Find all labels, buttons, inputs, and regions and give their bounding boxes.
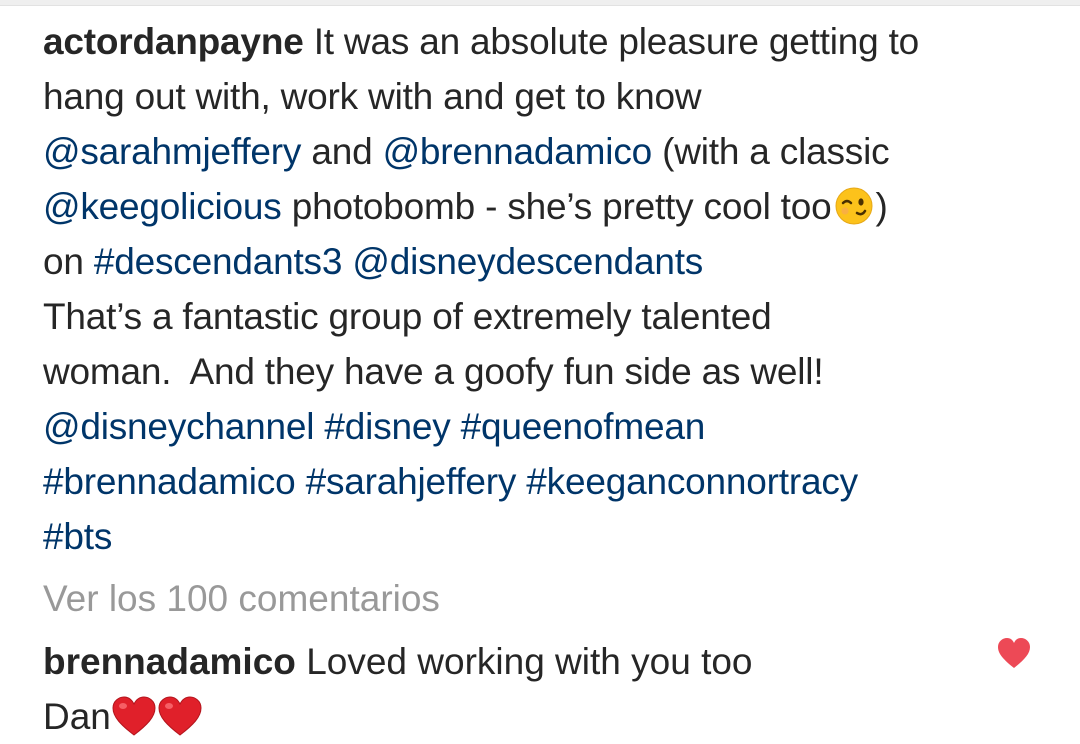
hashtag-link[interactable]: #disney xyxy=(324,406,450,447)
caption-line-10: #bts xyxy=(43,509,1043,564)
caption-text: hang out with, work with and get to know xyxy=(43,76,702,117)
caption-text: photobomb - she’s pretty cool too xyxy=(291,186,832,227)
red-heart-emoji xyxy=(112,696,156,736)
top-divider xyxy=(0,0,1080,6)
hashtag-link[interactable]: #bts xyxy=(43,516,112,557)
heart-icon[interactable] xyxy=(996,636,1032,670)
comment-text: Dan xyxy=(43,696,111,737)
caption-line-5: on #descendants3 @disneydescendants xyxy=(43,234,1043,289)
caption-line-7: woman. And they have a goofy fun side as… xyxy=(43,344,1043,399)
caption-line-3: @sarahmjeffery and @brennadamico (with a… xyxy=(43,124,1043,179)
caption-text: That’s a fantastic group of extremely ta… xyxy=(43,296,772,337)
comment-line-1: brennadamico Loved working with you too xyxy=(43,634,943,689)
winking-face-emoji xyxy=(835,187,873,225)
hashtag-link[interactable]: #descendants3 xyxy=(94,241,343,282)
caption-line-6: That’s a fantastic group of extremely ta… xyxy=(43,289,1043,344)
caption-username[interactable]: actordanpayne xyxy=(43,21,304,62)
hashtag-link[interactable]: #brennadamico xyxy=(43,461,296,502)
caption-text: woman. And they have a goofy fun side as… xyxy=(43,351,824,392)
comment-text: Loved working with you too xyxy=(306,641,753,682)
caption-text: ) xyxy=(875,186,888,227)
mention-link[interactable]: @keegolicious xyxy=(43,186,282,227)
hashtag-link[interactable]: #sarahjeffery xyxy=(306,461,517,502)
mention-link[interactable]: @disneychannel xyxy=(43,406,315,447)
mention-link[interactable]: @brennadamico xyxy=(383,131,653,172)
hashtag-link[interactable]: #keeganconnortracy xyxy=(526,461,858,502)
caption-line-9: #brennadamico #sarahjeffery #keeganconno… xyxy=(43,454,1043,509)
post-caption: actordanpayne It was an absolute pleasur… xyxy=(43,14,1043,564)
caption-text: and xyxy=(311,131,373,172)
hashtag-link[interactable]: #queenofmean xyxy=(461,406,706,447)
caption-line-8: @disneychannel #disney #queenofmean xyxy=(43,399,1043,454)
red-heart-emoji xyxy=(158,696,202,736)
caption-text: (with a classic xyxy=(662,131,890,172)
caption-text: It was an absolute pleasure getting to xyxy=(313,21,920,62)
caption-line-1: actordanpayne It was an absolute pleasur… xyxy=(43,14,1043,69)
caption-line-4: @keegolicious photobomb - she’s pretty c… xyxy=(43,179,1043,234)
comment-line-2: Dan xyxy=(43,689,943,744)
comment-username[interactable]: brennadamico xyxy=(43,641,296,682)
mention-link[interactable]: @disneydescendants xyxy=(352,241,703,282)
view-all-comments-link[interactable]: Ver los 100 comentarios xyxy=(43,575,440,623)
caption-text: on xyxy=(43,241,84,282)
comment-item: brennadamico Loved working with you too … xyxy=(43,634,943,744)
caption-line-2: hang out with, work with and get to know xyxy=(43,69,1043,124)
mention-link[interactable]: @sarahmjeffery xyxy=(43,131,301,172)
